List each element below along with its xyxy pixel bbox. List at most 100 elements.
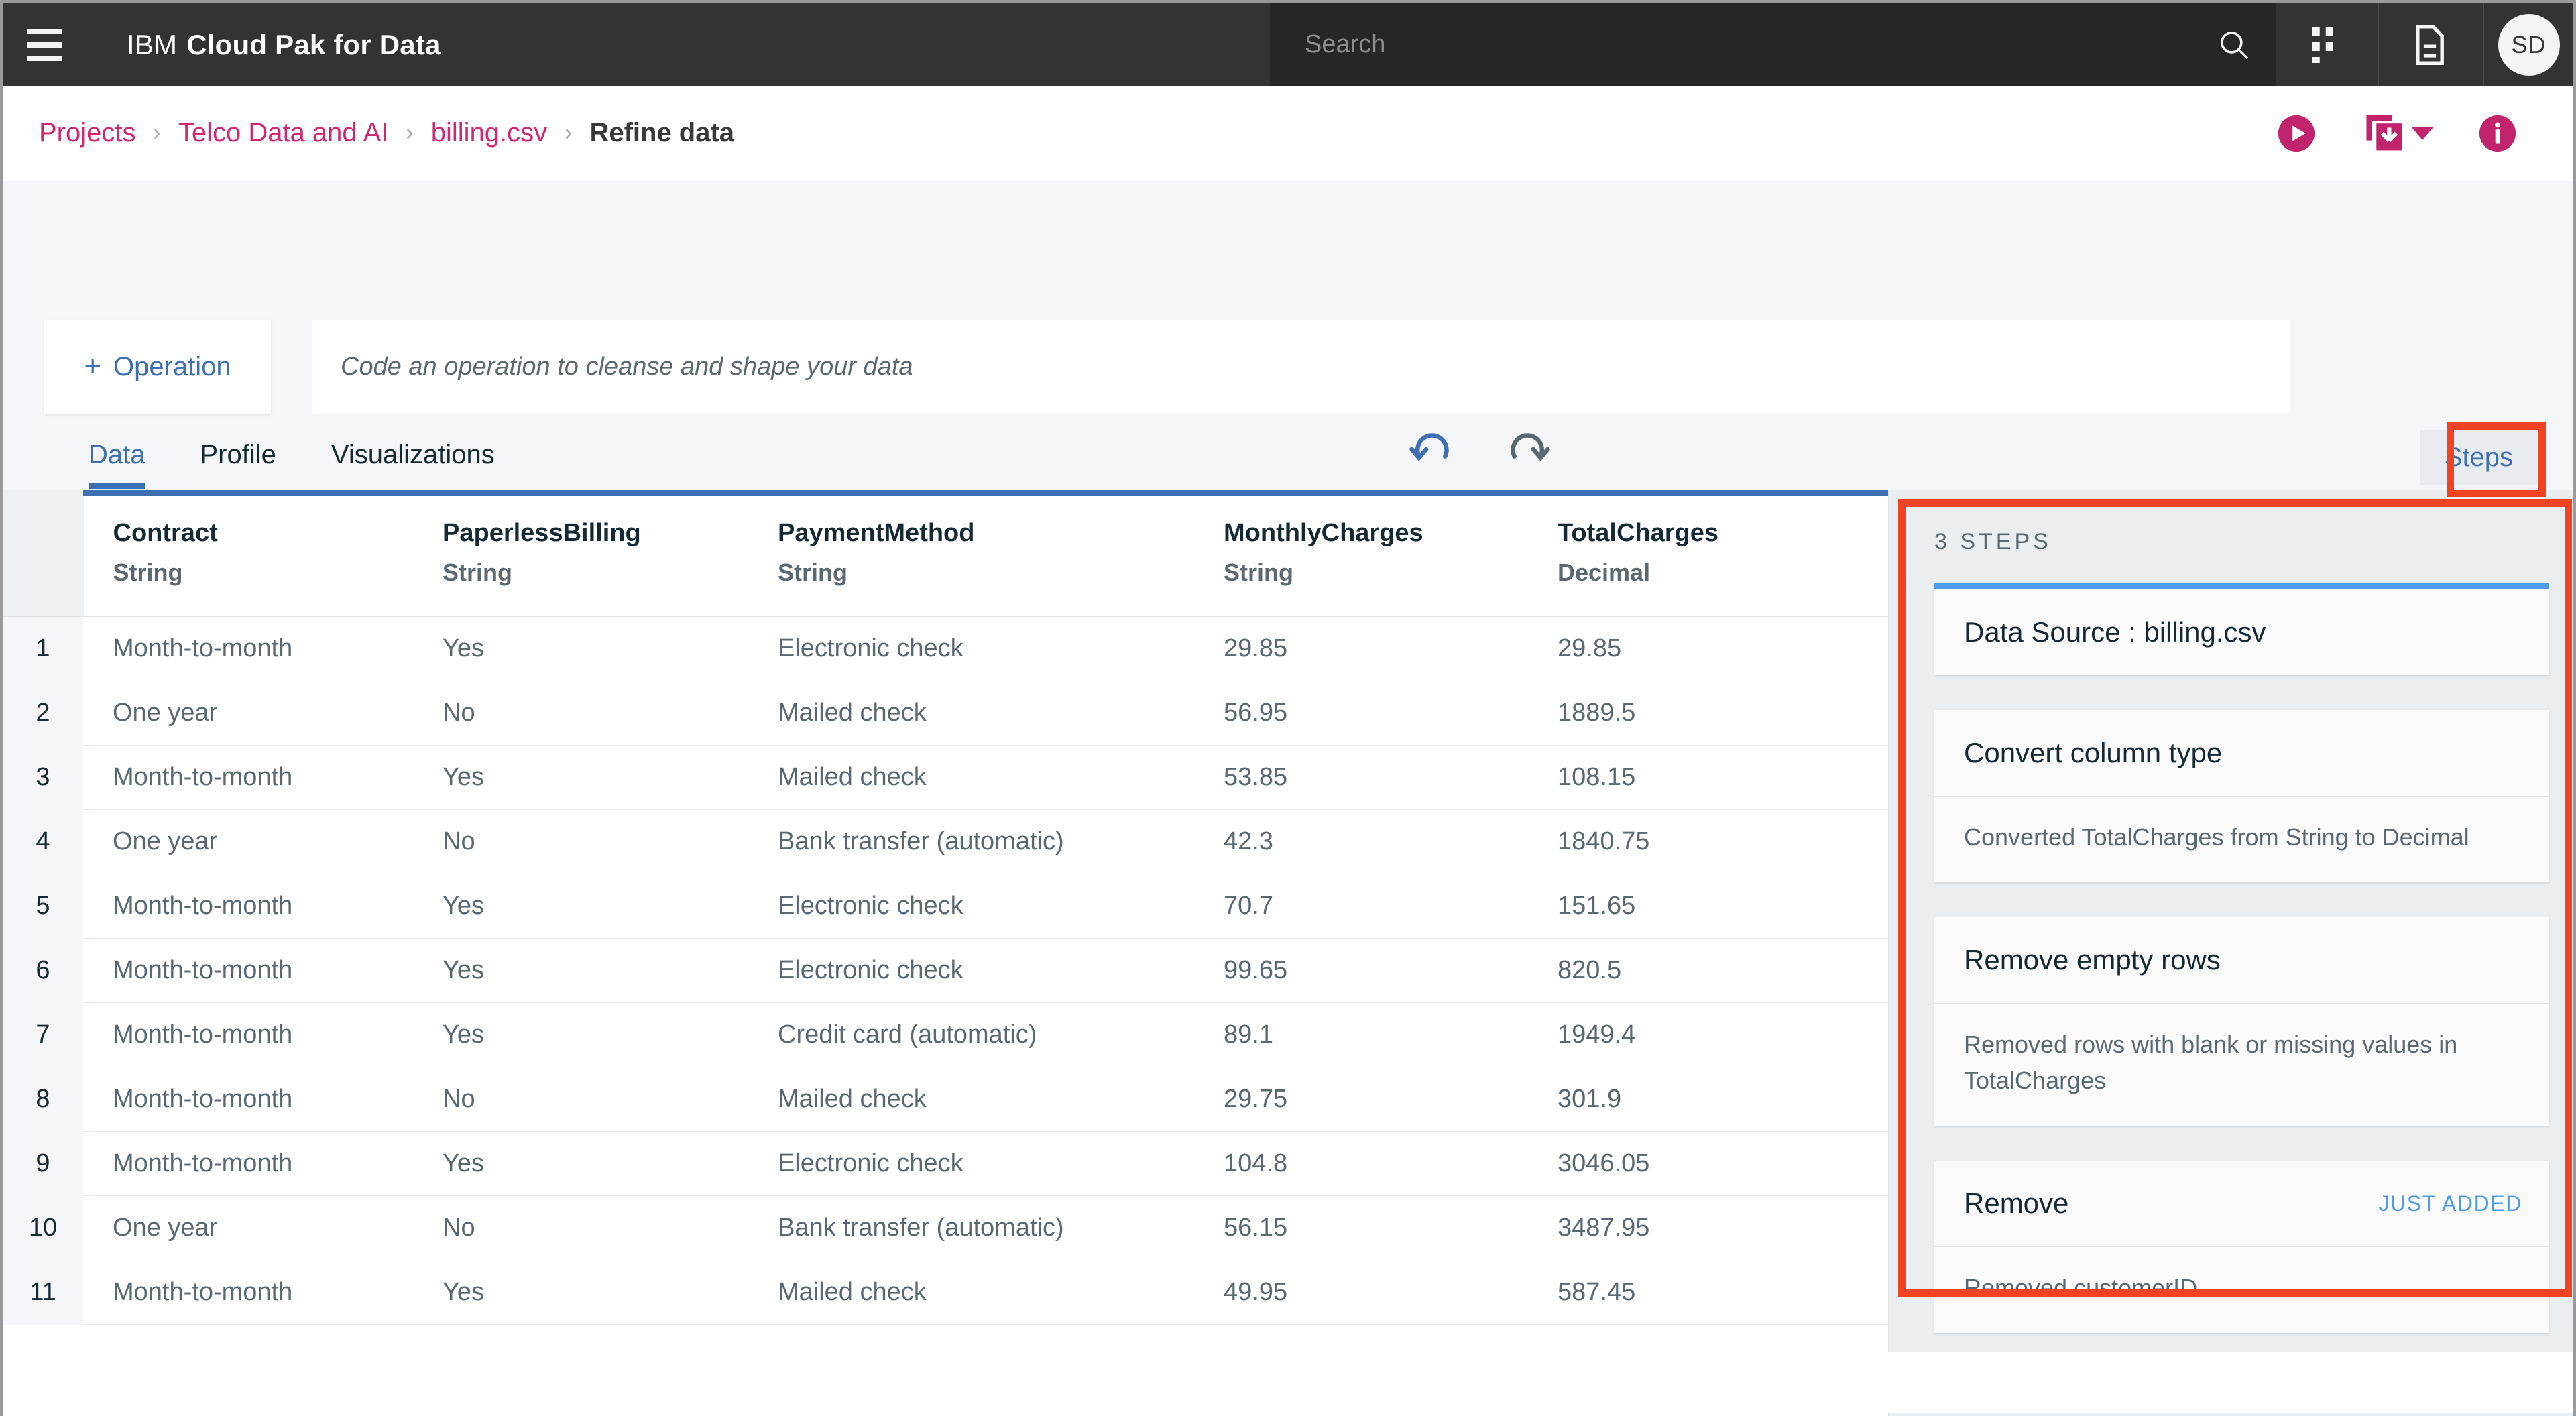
table-cell-monthlycharges[interactable]: 99.65 <box>1194 938 1528 1003</box>
table-cell-monthlycharges[interactable]: 49.95 <box>1194 1260 1528 1325</box>
table-row[interactable]: 5 Month-to-month Yes Electronic check 70.7 15… <box>3 874 1888 939</box>
column-header-paperlessbilling[interactable]: PaperlessBilling String <box>413 490 748 617</box>
table-cell-contract[interactable]: Month-to-month <box>83 1002 413 1067</box>
table-row[interactable]: 3 Month-to-month Yes Mailed check 53.85 108.1… <box>3 745 1888 810</box>
chevron-down-icon[interactable] <box>2412 127 2433 140</box>
table-cell-contract[interactable]: Month-to-month <box>83 745 413 810</box>
table-cell-paperlessbilling[interactable]: Yes <box>413 874 748 939</box>
document-icon[interactable] <box>2378 3 2481 86</box>
column-header-totalcharges[interactable]: TotalCharges Decimal <box>1528 490 1888 617</box>
table-cell-totalcharges[interactable]: 3487.95 <box>1528 1195 1888 1260</box>
table-cell-paperlessbilling[interactable]: Yes <box>413 1002 748 1067</box>
table-cell-paymentmethod[interactable]: Electronic check <box>748 874 1194 939</box>
steps-toggle-button[interactable]: Steps <box>2420 430 2537 485</box>
table-cell-contract[interactable]: One year <box>83 809 413 874</box>
table-cell-monthlycharges[interactable]: 89.1 <box>1194 1002 1528 1067</box>
table-cell-paymentmethod[interactable]: Bank transfer (automatic) <box>748 809 1194 874</box>
table-cell-paperlessbilling[interactable]: No <box>413 681 748 746</box>
column-header-contract[interactable]: Contract String <box>83 490 413 617</box>
table-row[interactable]: 4 One year No Bank transfer (automatic) 42.3… <box>3 809 1888 874</box>
table-cell-totalcharges[interactable]: 151.65 <box>1528 874 1888 939</box>
table-cell-totalcharges[interactable]: 1840.75 <box>1528 809 1888 874</box>
table-cell-paymentmethod[interactable]: Mailed check <box>748 681 1194 746</box>
breadcrumb-item-project[interactable]: Telco Data and AI <box>178 118 389 148</box>
table-cell-totalcharges[interactable]: 29.85 <box>1528 616 1888 681</box>
step-description: Removed rows with blank or missing value… <box>1934 1003 2549 1126</box>
table-cell-monthlycharges[interactable]: 29.75 <box>1194 1067 1528 1132</box>
table-cell-totalcharges[interactable]: 587.45 <box>1528 1260 1888 1325</box>
table-cell-contract[interactable]: Month-to-month <box>83 1067 413 1132</box>
table-cell-monthlycharges[interactable]: 56.15 <box>1194 1195 1528 1260</box>
table-cell-totalcharges[interactable]: 1889.5 <box>1528 681 1888 746</box>
table-cell-paymentmethod[interactable]: Bank transfer (automatic) <box>748 1195 1194 1260</box>
search-input[interactable] <box>1270 3 2192 86</box>
add-operation-button[interactable]: + Operation <box>44 320 271 414</box>
tab-data[interactable]: Data <box>89 440 145 489</box>
table-cell-paperlessbilling[interactable]: No <box>413 1067 748 1132</box>
app-switcher-icon[interactable] <box>2276 3 2378 86</box>
table-cell-paymentmethod[interactable]: Credit card (automatic) <box>748 1002 1194 1067</box>
table-cell-paperlessbilling[interactable]: Yes <box>413 616 748 681</box>
step-card-header: Data Source : billing.csv <box>1934 589 2549 675</box>
undo-icon[interactable] <box>1407 424 1460 477</box>
table-cell-monthlycharges[interactable]: 42.3 <box>1194 809 1528 874</box>
table-cell-contract[interactable]: Month-to-month <box>83 616 413 681</box>
info-button[interactable] <box>2447 86 2548 180</box>
tab-profile[interactable]: Profile <box>200 440 276 489</box>
table-cell-contract[interactable]: One year <box>83 681 413 746</box>
app-brand[interactable]: IBM Cloud Pak for Data <box>86 3 441 86</box>
breadcrumb-item-projects[interactable]: Projects <box>39 118 136 148</box>
step-card[interactable]: Convert column type Converted TotalCharge… <box>1934 710 2549 882</box>
column-header-monthlycharges[interactable]: MonthlyCharges String <box>1194 490 1528 617</box>
breadcrumb-item-file[interactable]: billing.csv <box>431 118 547 148</box>
table-cell-monthlycharges[interactable]: 53.85 <box>1194 745 1528 810</box>
table-cell-contract[interactable]: Month-to-month <box>83 1260 413 1325</box>
table-cell-paymentmethod[interactable]: Mailed check <box>748 1260 1194 1325</box>
table-cell-paymentmethod[interactable]: Electronic check <box>748 1131 1194 1196</box>
step-card[interactable]: Data Source : billing.csv <box>1934 583 2549 675</box>
table-row[interactable]: 10 One year No Bank transfer (automatic) 56.… <box>3 1195 1888 1260</box>
column-header-paymentmethod[interactable]: PaymentMethod String <box>748 490 1194 617</box>
table-cell-paperlessbilling[interactable]: Yes <box>413 1260 748 1325</box>
redo-icon[interactable] <box>1500 424 1552 477</box>
table-cell-contract[interactable]: Month-to-month <box>83 938 413 1003</box>
table-cell-paperlessbilling[interactable]: No <box>413 1195 748 1260</box>
table-header-row: Contract String PaperlessBilling String … <box>3 490 1888 617</box>
table-cell-totalcharges[interactable]: 301.9 <box>1528 1067 1888 1132</box>
table-cell-paymentmethod[interactable]: Electronic check <box>748 938 1194 1003</box>
table-cell-contract[interactable]: Month-to-month <box>83 1131 413 1196</box>
run-job-button[interactable] <box>2246 86 2347 180</box>
operation-code-input[interactable] <box>312 320 2290 414</box>
table-row[interactable]: 6 Month-to-month Yes Electronic check 99.65 8… <box>3 938 1888 1003</box>
table-row[interactable]: 9 Month-to-month Yes Electronic check 104.8 3… <box>3 1131 1888 1196</box>
table-row[interactable]: 7 Month-to-month Yes Credit card (automatic… <box>3 1002 1888 1067</box>
table-row[interactable]: 11 Month-to-month Yes Mailed check 49.95 587.… <box>3 1260 1888 1325</box>
table-cell-totalcharges[interactable]: 108.15 <box>1528 745 1888 810</box>
table-row[interactable]: 1 Month-to-month Yes Electronic check 29.85 2… <box>3 616 1888 681</box>
table-cell-monthlycharges[interactable]: 29.85 <box>1194 616 1528 681</box>
table-row[interactable]: 2 One year No Mailed check 56.95 1889.5 <box>3 681 1888 746</box>
search-icon[interactable] <box>2192 3 2276 86</box>
table-cell-paperlessbilling[interactable]: No <box>413 809 748 874</box>
table-cell-paymentmethod[interactable]: Electronic check <box>748 616 1194 681</box>
table-cell-paymentmethod[interactable]: Mailed check <box>748 1067 1194 1132</box>
table-cell-totalcharges[interactable]: 1949.4 <box>1528 1002 1888 1067</box>
table-cell-paperlessbilling[interactable]: Yes <box>413 938 748 1003</box>
table-cell-paperlessbilling[interactable]: Yes <box>413 745 748 810</box>
table-cell-totalcharges[interactable]: 820.5 <box>1528 938 1888 1003</box>
save-flow-button[interactable] <box>2347 86 2447 180</box>
step-card[interactable]: Remove empty rows Removed rows with blank… <box>1934 917 2549 1126</box>
table-cell-monthlycharges[interactable]: 104.8 <box>1194 1131 1528 1196</box>
table-cell-paperlessbilling[interactable]: Yes <box>413 1131 748 1196</box>
user-avatar-button[interactable]: SD <box>2483 3 2573 86</box>
table-row[interactable]: 8 Month-to-month No Mailed check 29.75 301.9 <box>3 1067 1888 1132</box>
table-cell-monthlycharges[interactable]: 56.95 <box>1194 681 1528 746</box>
table-cell-monthlycharges[interactable]: 70.7 <box>1194 874 1528 939</box>
tab-visualizations[interactable]: Visualizations <box>331 440 495 489</box>
table-cell-contract[interactable]: One year <box>83 1195 413 1260</box>
step-card[interactable]: Remove JUST ADDED Removed customerID <box>1934 1161 2549 1333</box>
table-cell-contract[interactable]: Month-to-month <box>83 874 413 939</box>
table-cell-paymentmethod[interactable]: Mailed check <box>748 745 1194 810</box>
hamburger-menu-icon[interactable] <box>3 3 86 86</box>
table-cell-totalcharges[interactable]: 3046.05 <box>1528 1131 1888 1196</box>
